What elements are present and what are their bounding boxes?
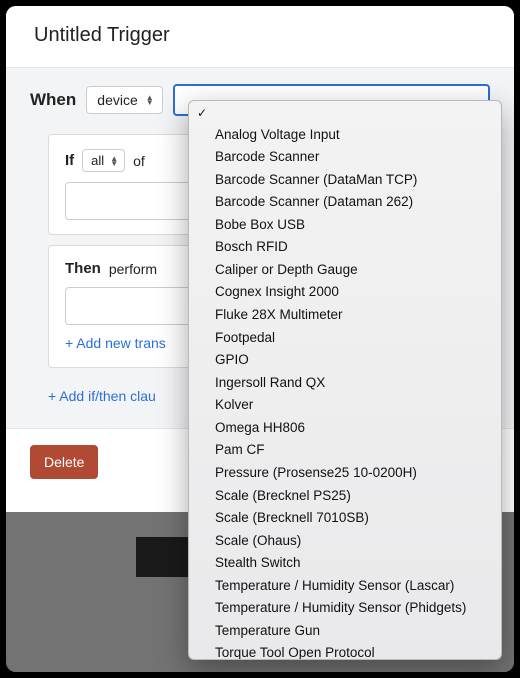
- dropdown-item[interactable]: Omega HH806: [189, 416, 501, 439]
- page-title: Untitled Trigger: [34, 24, 486, 47]
- dropdown-item[interactable]: Barcode Scanner (Dataman 262): [189, 191, 501, 214]
- modal-window: Untitled Trigger When device ▲▼ If all ▲…: [6, 6, 514, 672]
- if-all-select[interactable]: all ▲▼: [82, 149, 125, 172]
- dropdown-item[interactable]: Barcode Scanner: [189, 146, 501, 169]
- then-label: Then: [65, 260, 101, 277]
- delete-button[interactable]: Delete: [30, 445, 98, 479]
- if-label: If: [65, 152, 74, 169]
- dropdown-item[interactable]: Scale (Brecknell 7010SB): [189, 507, 501, 530]
- if-all-value: all: [91, 153, 104, 168]
- dropdown-item[interactable]: GPIO: [189, 349, 501, 372]
- device-select-value: device: [97, 92, 137, 108]
- dropdown-item[interactable]: Bosch RFID: [189, 236, 501, 259]
- dropdown-item[interactable]: Temperature Gun: [189, 619, 501, 642]
- dropdown-item[interactable]: Caliper or Depth Gauge: [189, 258, 501, 281]
- modal-header: Untitled Trigger: [6, 6, 514, 67]
- dropdown-item[interactable]: Analog Voltage Input: [189, 123, 501, 146]
- dropdown-item[interactable]: Footpedal: [189, 326, 501, 349]
- add-clause-link[interactable]: + Add if/then clau: [48, 388, 156, 404]
- dropdown-item[interactable]: Pressure (Prosense25 10-0200H): [189, 461, 501, 484]
- dropdown-item[interactable]: Scale (Ohaus): [189, 529, 501, 552]
- dropdown-item[interactable]: Cognex Insight 2000: [189, 281, 501, 304]
- dropdown-item[interactable]: Temperature / Humidity Sensor (Lascar): [189, 574, 501, 597]
- then-perform-text: perform: [109, 261, 157, 277]
- dropdown-item[interactable]: Stealth Switch: [189, 552, 501, 575]
- dropdown-item[interactable]: Torque Tool Open Protocol: [189, 642, 501, 660]
- dropdown-item[interactable]: Temperature / Humidity Sensor (Phidgets): [189, 597, 501, 620]
- device-dropdown[interactable]: Analog Voltage InputBarcode ScannerBarco…: [188, 100, 502, 660]
- device-select[interactable]: device ▲▼: [86, 86, 162, 114]
- dropdown-item[interactable]: Barcode Scanner (DataMan TCP): [189, 168, 501, 191]
- chevron-updown-icon: ▲▼: [146, 95, 154, 105]
- add-transition-link[interactable]: + Add new trans: [65, 335, 166, 351]
- dropdown-item[interactable]: Fluke 28X Multimeter: [189, 304, 501, 327]
- dropdown-item[interactable]: Kolver: [189, 394, 501, 417]
- if-of-text: of: [133, 153, 145, 169]
- dropdown-item[interactable]: Pam CF: [189, 439, 501, 462]
- dropdown-item-blank[interactable]: [189, 105, 501, 123]
- when-label: When: [30, 90, 76, 110]
- chevron-updown-icon: ▲▼: [110, 156, 118, 166]
- dropdown-item[interactable]: Scale (Brecknel PS25): [189, 484, 501, 507]
- dropdown-item[interactable]: Bobe Box USB: [189, 213, 501, 236]
- dropdown-item[interactable]: Ingersoll Rand QX: [189, 371, 501, 394]
